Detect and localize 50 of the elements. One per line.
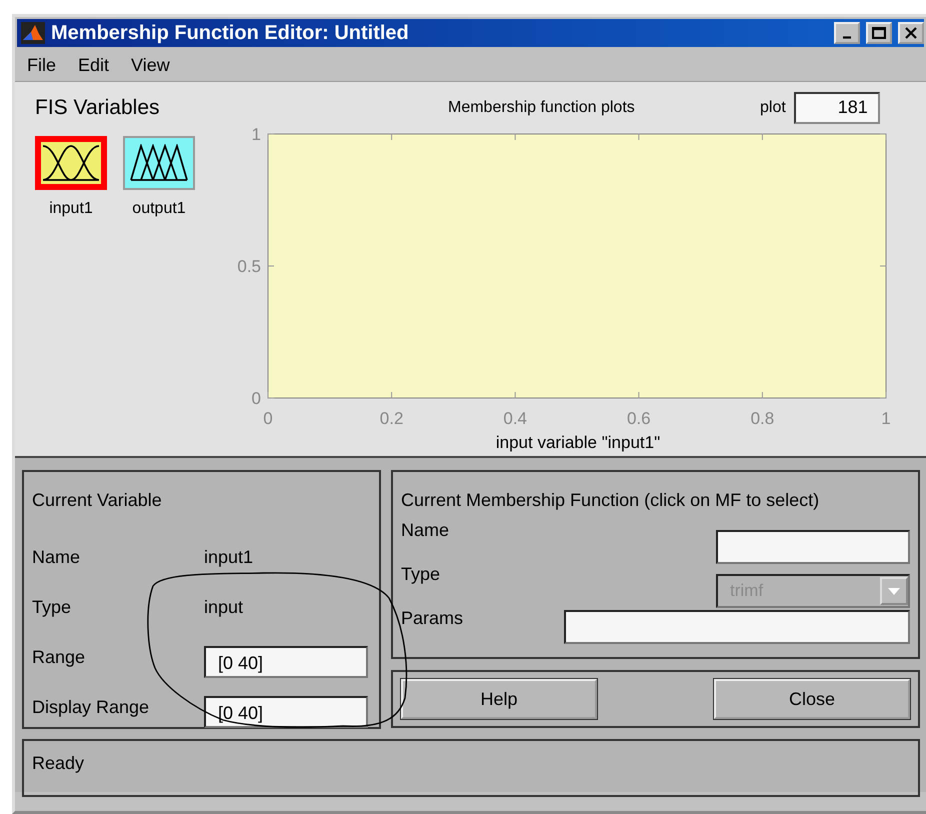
close-button[interactable]: [898, 22, 924, 44]
dialog-button[interactable]: Close: [714, 679, 910, 719]
field-label: Type: [401, 564, 442, 586]
dialog-button[interactable]: Help: [401, 679, 597, 719]
field-label: Name: [32, 546, 82, 568]
y-tick-label: 1: [252, 125, 261, 144]
membership-curves-icon: [130, 144, 188, 181]
range-field[interactable]: [0 40]: [204, 696, 368, 728]
variable-icon-button[interactable]: [35, 136, 107, 190]
minimize-icon: [842, 36, 852, 38]
variable-icon-button[interactable]: [123, 136, 195, 190]
y-tick-label: 0: [252, 389, 261, 408]
variable-label: output1: [132, 200, 186, 218]
x-tick-label: 0.8: [750, 409, 774, 428]
field-label: Params: [401, 608, 464, 630]
plot-title: Membership function plots: [448, 99, 636, 117]
x-axis-label: input variable "input1": [496, 433, 660, 452]
range-field[interactable]: [0 40]: [204, 646, 368, 678]
menu-item[interactable]: View: [131, 54, 170, 76]
menu-item[interactable]: File: [27, 54, 56, 76]
points-label: plot: [760, 99, 786, 117]
membership-curves-icon: [42, 145, 100, 181]
name-field[interactable]: [716, 530, 910, 564]
maximize-button[interactable]: [866, 22, 892, 44]
variable-label: input1: [49, 200, 93, 218]
y-tick-label: 0.5: [237, 257, 261, 276]
field-label: Name: [401, 520, 450, 542]
field-label: Range: [32, 646, 86, 668]
x-tick-label: 0: [263, 409, 273, 428]
menu-item[interactable]: Edit: [78, 54, 110, 76]
x-tick-label: 0.6: [626, 409, 651, 428]
field-label: Type: [32, 596, 72, 618]
close-icon: [905, 27, 917, 39]
value-text: input: [204, 596, 244, 618]
app-logo-icon: [21, 22, 45, 44]
window-title: Membership Function Editor: Untitled: [51, 22, 410, 44]
params-field[interactable]: [564, 610, 910, 644]
minimize-button[interactable]: [834, 22, 860, 44]
x-tick-label: 1: [881, 409, 891, 428]
section-title: FIS Variables: [35, 96, 160, 120]
x-tick-label: 0.4: [503, 409, 528, 428]
maximize-icon: [872, 27, 886, 39]
panel-title: Current Membership Function (click on MF to select): [401, 490, 820, 510]
value-text: input1: [204, 546, 254, 568]
x-tick-label: 0.2: [380, 409, 404, 428]
panel-title: Current Variable: [32, 490, 163, 512]
status-text: Ready: [32, 753, 84, 773]
dropdown-arrow-icon: [887, 586, 901, 596]
points-field[interactable]: 181: [794, 92, 880, 124]
field-label: Display Range: [32, 696, 150, 718]
